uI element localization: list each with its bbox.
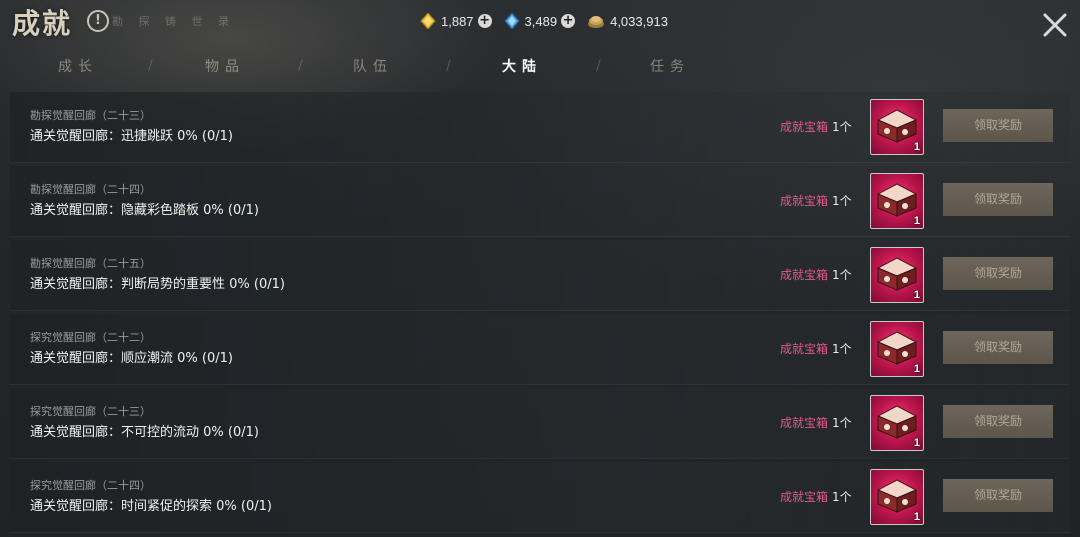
list-item: 探究觉醒回廊（二十四） 通关觉醒回廊：时间紧促的探索 0% (0/1) 成就宝箱…: [10, 462, 1070, 533]
reward-name: 成就宝箱: [780, 342, 829, 356]
reward-qty: 1个: [832, 342, 852, 356]
list-item: 探究觉醒回廊（二十三） 通关觉醒回廊：不可控的流动 0% (0/1) 成就宝箱 1…: [10, 388, 1070, 459]
reward-label: 成就宝箱 1个: [780, 118, 852, 135]
list-item: 勘探觉醒回廊（二十五） 通关觉醒回廊：判断局势的重要性 0% (0/1) 成就宝…: [10, 240, 1070, 311]
treasure-chest-icon: [876, 183, 918, 217]
achievement-title: 通关觉醒回廊：迅捷跳跃 0% (0/1): [30, 129, 233, 144]
tab-separator: /: [298, 58, 303, 74]
header-caption: 勘 探 铸 世 录: [112, 15, 235, 28]
item-count: 1: [913, 363, 920, 375]
blue-gem-icon: [503, 13, 520, 29]
coin-value: 4,033,913: [610, 13, 668, 29]
reward-item-slot[interactable]: 1: [870, 321, 924, 377]
reward-item-slot[interactable]: 1: [870, 395, 924, 451]
close-icon[interactable]: [1042, 12, 1068, 38]
add-blue-gem-button[interactable]: +: [561, 14, 576, 28]
gold-gem-icon: [420, 13, 436, 29]
treasure-chest-icon: [876, 405, 918, 439]
blue-gem-value: 3,489: [524, 13, 558, 29]
coin-pile-icon: [588, 16, 605, 28]
tab-separator: /: [596, 58, 601, 74]
reward-name: 成就宝箱: [780, 194, 829, 208]
claim-reward-button[interactable]: 领取奖励: [943, 183, 1053, 216]
claim-reward-button[interactable]: 领取奖励: [943, 109, 1053, 142]
achievement-category: 探究觉醒回廊（二十二）: [30, 331, 151, 344]
item-count: 1: [913, 141, 920, 153]
achievement-category: 探究觉醒回廊（二十四）: [30, 479, 151, 492]
reward-label: 成就宝箱 1个: [780, 414, 852, 431]
info-icon[interactable]: !: [87, 10, 109, 32]
item-count: 1: [913, 437, 920, 449]
item-count: 1: [913, 511, 920, 523]
claim-reward-button[interactable]: 领取奖励: [943, 405, 1053, 438]
achievement-title: 通关觉醒回廊：隐藏彩色踏板 0% (0/1): [30, 203, 259, 218]
header-bar: 成就 ! 勘 探 铸 世 录 1,887 + 3,489 + 4,033,913: [0, 0, 1080, 42]
treasure-chest-icon: [876, 109, 918, 143]
reward-item-slot[interactable]: 1: [870, 173, 924, 229]
add-gold-button[interactable]: +: [477, 14, 492, 28]
list-item: 勘探觉醒回廊（二十四） 通关觉醒回廊：隐藏彩色踏板 0% (0/1) 成就宝箱 1…: [10, 166, 1070, 237]
claim-reward-button[interactable]: 领取奖励: [943, 479, 1053, 512]
reward-qty: 1个: [832, 268, 852, 282]
currency-coins: 4,033,913: [587, 13, 668, 29]
page-title: 成就: [12, 7, 73, 40]
gold-value: 1,887: [441, 13, 474, 29]
reward-qty: 1个: [832, 194, 852, 208]
tab-bar: 成长 / 物品 / 队伍 / 大陆 / 任务: [0, 50, 1080, 82]
achievement-category: 勘探觉醒回廊（二十五）: [30, 257, 151, 270]
reward-name: 成就宝箱: [780, 268, 829, 282]
tab-growth[interactable]: 成长: [28, 56, 128, 76]
treasure-chest-icon: [876, 479, 918, 513]
item-count: 1: [913, 215, 920, 227]
tab-quests[interactable]: 任务: [620, 56, 720, 76]
reward-label: 成就宝箱 1个: [780, 266, 852, 283]
reward-qty: 1个: [832, 416, 852, 430]
reward-item-slot[interactable]: 1: [870, 247, 924, 303]
tab-separator: /: [446, 58, 451, 74]
achievement-title: 通关觉醒回廊：顺应潮流 0% (0/1): [30, 351, 233, 366]
reward-label: 成就宝箱 1个: [780, 340, 852, 357]
achievements-screen: 成就 ! 勘 探 铸 世 录 1,887 + 3,489 + 4,033,913…: [0, 0, 1080, 537]
reward-label: 成就宝箱 1个: [780, 192, 852, 209]
achievement-list: 勘探觉醒回廊（二十三） 通关觉醒回廊：迅捷跳跃 0% (0/1) 成就宝箱 1个 …: [0, 92, 1080, 537]
reward-name: 成就宝箱: [780, 120, 829, 134]
tab-team[interactable]: 队伍: [323, 56, 423, 76]
reward-item-slot[interactable]: 1: [870, 469, 924, 525]
claim-reward-button[interactable]: 领取奖励: [943, 257, 1053, 290]
tab-items[interactable]: 物品: [175, 56, 275, 76]
treasure-chest-icon: [876, 331, 918, 365]
currency-gold: 1,887 +: [420, 13, 492, 29]
reward-qty: 1个: [832, 490, 852, 504]
reward-name: 成就宝箱: [780, 490, 829, 504]
currency-bar: 1,887 + 3,489 + 4,033,913: [420, 11, 680, 31]
list-item: 探究觉醒回廊（二十二） 通关觉醒回廊：顺应潮流 0% (0/1) 成就宝箱 1个 …: [10, 314, 1070, 385]
currency-blue: 3,489 +: [503, 13, 576, 29]
reward-item-slot[interactable]: 1: [870, 99, 924, 155]
claim-reward-button[interactable]: 领取奖励: [943, 331, 1053, 364]
reward-qty: 1个: [832, 120, 852, 134]
reward-name: 成就宝箱: [780, 416, 829, 430]
achievement-title: 通关觉醒回廊：不可控的流动 0% (0/1): [30, 425, 259, 440]
reward-label: 成就宝箱 1个: [780, 488, 852, 505]
item-count: 1: [913, 289, 920, 301]
achievement-category: 探究觉醒回廊（二十三）: [30, 405, 151, 418]
achievement-title: 通关觉醒回廊：判断局势的重要性 0% (0/1): [30, 277, 285, 292]
achievement-title: 通关觉醒回廊：时间紧促的探索 0% (0/1): [30, 499, 272, 514]
list-item: 勘探觉醒回廊（二十三） 通关觉醒回廊：迅捷跳跃 0% (0/1) 成就宝箱 1个 …: [10, 92, 1070, 163]
tab-continent[interactable]: 大陆: [472, 56, 572, 76]
achievement-category: 勘探觉醒回廊（二十三）: [30, 109, 151, 122]
achievement-category: 勘探觉醒回廊（二十四）: [30, 183, 151, 196]
tab-separator: /: [148, 58, 153, 74]
treasure-chest-icon: [876, 257, 918, 291]
